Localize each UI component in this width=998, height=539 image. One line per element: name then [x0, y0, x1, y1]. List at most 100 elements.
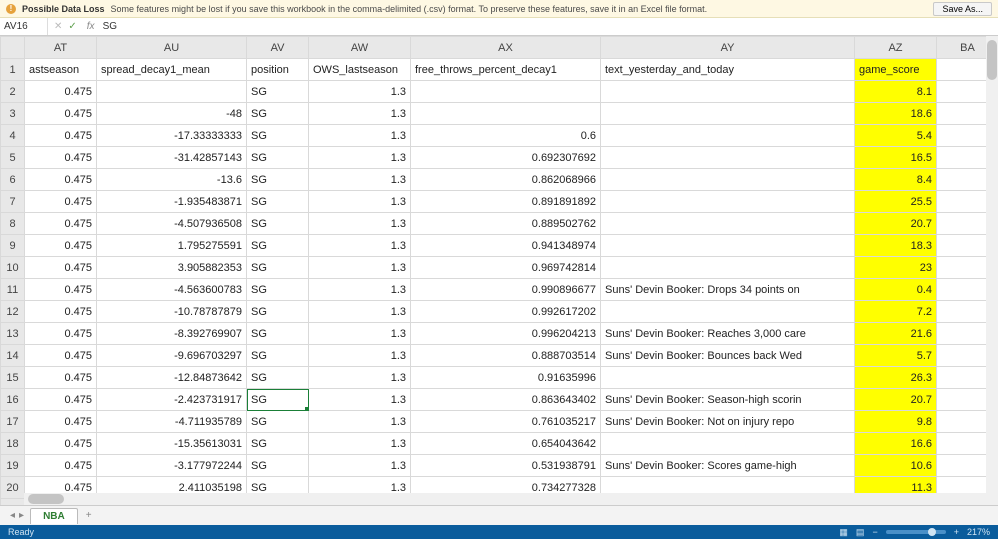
- col-header-AT[interactable]: AT: [25, 37, 97, 59]
- cell[interactable]: 0.863643402: [411, 389, 601, 411]
- cell[interactable]: SG: [247, 213, 309, 235]
- cell[interactable]: SG: [247, 103, 309, 125]
- cell[interactable]: Suns' Devin Booker: Not on injury repo: [601, 411, 855, 433]
- row-header[interactable]: 6: [1, 169, 25, 191]
- cell[interactable]: SG: [247, 433, 309, 455]
- name-box[interactable]: AV16: [0, 18, 48, 35]
- cell[interactable]: 20.7: [855, 213, 937, 235]
- cell[interactable]: 0.475: [25, 433, 97, 455]
- zoom-level[interactable]: 217%: [967, 527, 990, 537]
- cell[interactable]: 0.531938791: [411, 455, 601, 477]
- cell[interactable]: SG: [247, 235, 309, 257]
- cell[interactable]: 0.475: [25, 345, 97, 367]
- confirm-icon[interactable]: ✓: [68, 21, 76, 32]
- cell[interactable]: SG: [247, 367, 309, 389]
- cell[interactable]: -12.84873642: [97, 367, 247, 389]
- row-header[interactable]: 12: [1, 301, 25, 323]
- cell[interactable]: 0.475: [25, 257, 97, 279]
- cell[interactable]: [601, 147, 855, 169]
- cell[interactable]: 0.969742814: [411, 257, 601, 279]
- cell[interactable]: 1.3: [309, 213, 411, 235]
- cell[interactable]: 0.475: [25, 411, 97, 433]
- cell[interactable]: 0.475: [25, 455, 97, 477]
- fx-label[interactable]: fx: [83, 21, 99, 32]
- col-header-AZ[interactable]: AZ: [855, 37, 937, 59]
- cell[interactable]: -31.42857143: [97, 147, 247, 169]
- cell[interactable]: 1.795275591: [97, 235, 247, 257]
- row-header[interactable]: 7: [1, 191, 25, 213]
- cell[interactable]: 0.891891892: [411, 191, 601, 213]
- row-header[interactable]: 13: [1, 323, 25, 345]
- col-header-AW[interactable]: AW: [309, 37, 411, 59]
- cell[interactable]: Suns' Devin Booker: Scores game-high: [601, 455, 855, 477]
- cell[interactable]: 1.3: [309, 125, 411, 147]
- cell[interactable]: -15.35613031: [97, 433, 247, 455]
- cell[interactable]: SG: [247, 455, 309, 477]
- cell[interactable]: 0.761035217: [411, 411, 601, 433]
- cell[interactable]: 0.475: [25, 367, 97, 389]
- row-header[interactable]: 5: [1, 147, 25, 169]
- col-header-AX[interactable]: AX: [411, 37, 601, 59]
- cell[interactable]: -13.6: [97, 169, 247, 191]
- cell[interactable]: SG: [247, 323, 309, 345]
- view-normal-icon[interactable]: ▦: [839, 527, 848, 538]
- cell[interactable]: 1.3: [309, 367, 411, 389]
- row-header[interactable]: 14: [1, 345, 25, 367]
- cell[interactable]: 1.3: [309, 191, 411, 213]
- cell[interactable]: 16.5: [855, 147, 937, 169]
- cell[interactable]: SG: [247, 411, 309, 433]
- cell[interactable]: SG: [247, 389, 309, 411]
- cell[interactable]: 5.7: [855, 345, 937, 367]
- cell[interactable]: 3.905882353: [97, 257, 247, 279]
- cell[interactable]: [601, 191, 855, 213]
- cell[interactable]: -9.696703297: [97, 345, 247, 367]
- cell[interactable]: 18.6: [855, 103, 937, 125]
- cell[interactable]: 20.7: [855, 389, 937, 411]
- row-header[interactable]: 17: [1, 411, 25, 433]
- cell[interactable]: 10.6: [855, 455, 937, 477]
- cell[interactable]: Suns' Devin Booker: Drops 34 points on: [601, 279, 855, 301]
- horizontal-scrollbar[interactable]: [24, 493, 986, 505]
- cell[interactable]: [601, 257, 855, 279]
- zoom-slider[interactable]: [886, 530, 946, 534]
- cell[interactable]: SG: [247, 191, 309, 213]
- cell[interactable]: [601, 169, 855, 191]
- cell[interactable]: 0.889502762: [411, 213, 601, 235]
- cell[interactable]: 23: [855, 257, 937, 279]
- sheet-tab-nba[interactable]: NBA: [30, 508, 78, 524]
- cell[interactable]: game_score: [855, 59, 937, 81]
- cell[interactable]: -4.507936508: [97, 213, 247, 235]
- row-header[interactable]: 19: [1, 455, 25, 477]
- cell[interactable]: 1.3: [309, 147, 411, 169]
- cell[interactable]: 0.941348974: [411, 235, 601, 257]
- cell[interactable]: 25.5: [855, 191, 937, 213]
- cell[interactable]: [601, 103, 855, 125]
- cell[interactable]: 1.3: [309, 455, 411, 477]
- vertical-scrollbar[interactable]: [986, 36, 998, 505]
- select-all-corner[interactable]: [1, 37, 25, 59]
- cell[interactable]: 8.1: [855, 81, 937, 103]
- cell[interactable]: [411, 103, 601, 125]
- row-header[interactable]: 2: [1, 81, 25, 103]
- cell[interactable]: -8.392769907: [97, 323, 247, 345]
- cell[interactable]: 1.3: [309, 389, 411, 411]
- cell[interactable]: 8.4: [855, 169, 937, 191]
- cell[interactable]: -3.177972244: [97, 455, 247, 477]
- cell[interactable]: 1.3: [309, 169, 411, 191]
- col-header-AY[interactable]: AY: [601, 37, 855, 59]
- cell[interactable]: Suns' Devin Booker: Bounces back Wed: [601, 345, 855, 367]
- cell[interactable]: 0.475: [25, 169, 97, 191]
- cell[interactable]: 1.3: [309, 433, 411, 455]
- cell[interactable]: SG: [247, 81, 309, 103]
- cell[interactable]: 0.862068966: [411, 169, 601, 191]
- cell[interactable]: spread_decay1_mean: [97, 59, 247, 81]
- cell[interactable]: 0.692307692: [411, 147, 601, 169]
- cell[interactable]: 1.3: [309, 235, 411, 257]
- tab-nav-prev-icon[interactable]: ◂: [10, 510, 15, 521]
- cancel-icon[interactable]: ✕: [54, 21, 62, 32]
- cell[interactable]: [601, 367, 855, 389]
- cell[interactable]: -4.711935789: [97, 411, 247, 433]
- cell[interactable]: 0.475: [25, 389, 97, 411]
- cell[interactable]: SG: [247, 279, 309, 301]
- cell[interactable]: 7.2: [855, 301, 937, 323]
